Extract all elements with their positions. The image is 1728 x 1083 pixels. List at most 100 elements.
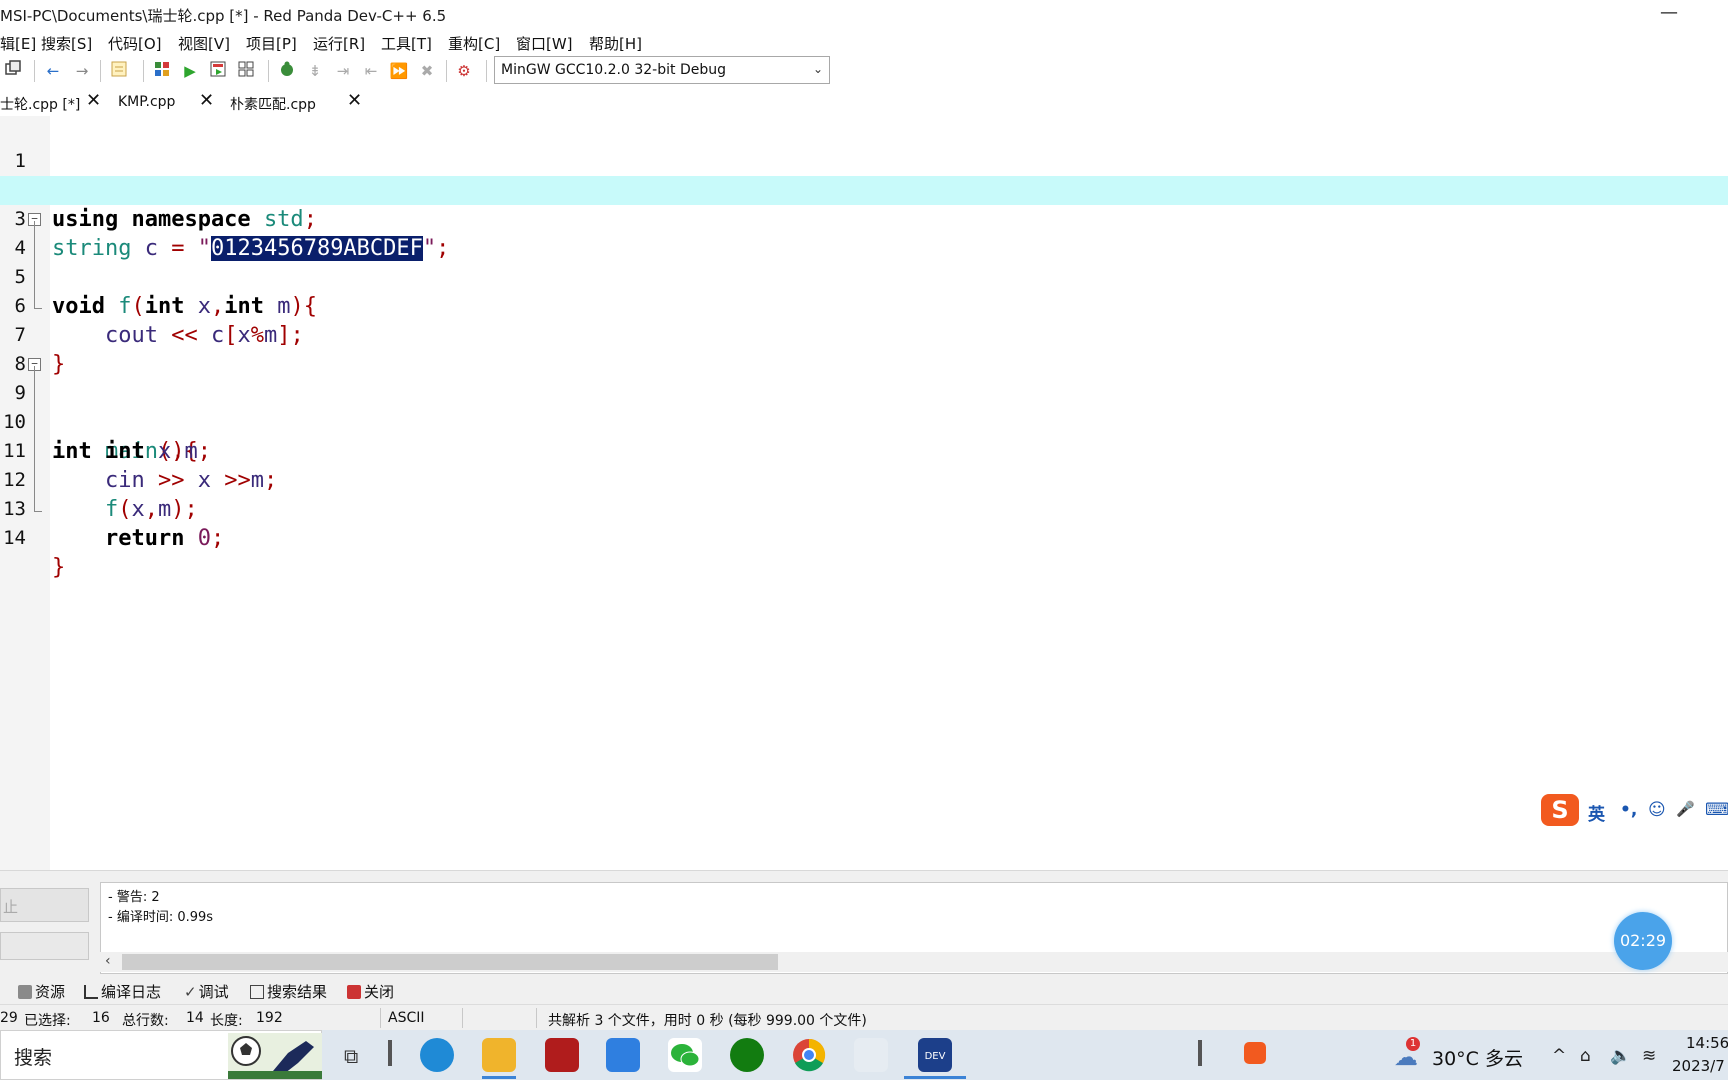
menu-run[interactable]: 运行[R] bbox=[313, 33, 365, 54]
run-icon[interactable]: ▶ bbox=[179, 60, 201, 82]
divider-icon bbox=[388, 1040, 392, 1066]
fold-guide bbox=[34, 221, 35, 309]
menu-view[interactable]: 视图[V] bbox=[178, 33, 230, 54]
code-line[interactable]: 5 bbox=[0, 234, 1728, 288]
menu-help[interactable]: 帮助[H] bbox=[589, 33, 642, 54]
code-line[interactable]: 14 } bbox=[0, 495, 1728, 580]
wechat-icon[interactable] bbox=[668, 1038, 702, 1072]
compile-icon[interactable] bbox=[151, 60, 173, 82]
close-icon[interactable]: ✕ bbox=[199, 90, 214, 111]
emoji-icon[interactable]: ☺ bbox=[1648, 800, 1666, 820]
sogou-tray-icon[interactable] bbox=[1244, 1042, 1266, 1064]
tab-close[interactable]: 关闭 bbox=[347, 981, 394, 1002]
code-line[interactable]: 4 − void f(int x,int m){ bbox=[0, 205, 1728, 319]
clock-time[interactable]: 14:56 bbox=[1686, 1034, 1728, 1052]
tab-resources[interactable]: 资源 bbox=[18, 981, 65, 1002]
code-line[interactable]: 2 using namespace std; bbox=[0, 147, 1728, 232]
profile-icon[interactable]: ⚙ bbox=[453, 60, 475, 82]
menu-search[interactable]: 搜索[S] bbox=[41, 33, 92, 54]
tab-debug[interactable]: ✓ 调试 bbox=[184, 981, 229, 1002]
microphone-icon[interactable]: 🎤 bbox=[1676, 800, 1695, 818]
paint-icon[interactable] bbox=[854, 1038, 888, 1072]
code-line[interactable]: 1 #include<bits/stdc++.h> bbox=[0, 118, 1728, 203]
menu-project[interactable]: 项目[P] bbox=[246, 33, 297, 54]
volume-icon[interactable]: 🔈 bbox=[1610, 1046, 1631, 1066]
tab-compile-log[interactable]: 编译日志 bbox=[84, 981, 161, 1002]
xbox-icon[interactable] bbox=[730, 1038, 764, 1072]
compile-run-icon[interactable] bbox=[207, 60, 229, 82]
close-icon[interactable]: ✕ bbox=[347, 90, 362, 111]
step-into-icon[interactable]: ⇥ bbox=[332, 60, 354, 82]
toolbar: ← → ▶ ⇟ ⇥ ⇤ ⏩ ✖ ⚙ bbox=[0, 56, 1728, 88]
code-text: return 0; bbox=[104, 526, 225, 551]
menu-window[interactable]: 窗口[W] bbox=[516, 33, 573, 54]
code-line[interactable]: 10 int x,m; bbox=[0, 379, 1728, 464]
continue-icon[interactable]: ⏩ bbox=[388, 60, 410, 82]
menu-tools[interactable]: 工具[T] bbox=[381, 33, 432, 54]
menu-edit[interactable]: 辑[E] bbox=[0, 33, 36, 54]
devcpp-icon[interactable]: DEV bbox=[918, 1038, 952, 1072]
code-text: } bbox=[52, 555, 66, 580]
task-view-icon[interactable]: ⧉ bbox=[344, 1044, 358, 1068]
divider-icon bbox=[1198, 1040, 1202, 1066]
code-line[interactable]: 9 − int main(){ bbox=[0, 350, 1728, 464]
code-line[interactable]: 8 bbox=[0, 321, 1728, 375]
save-all-icon[interactable] bbox=[2, 60, 24, 82]
network-icon[interactable]: ⌂ bbox=[1580, 1046, 1591, 1066]
step-out-icon[interactable]: ⇤ bbox=[360, 60, 382, 82]
sogou-logo-icon[interactable]: S bbox=[1541, 794, 1579, 826]
editor-tabs: 士轮.cpp [*] ✕ KMP.cpp ✕ 朴素匹配.cpp ✕ bbox=[0, 88, 1728, 116]
menu-code[interactable]: 代码[O] bbox=[108, 33, 162, 54]
menu-refactor[interactable]: 重构[C] bbox=[448, 33, 500, 54]
code-line[interactable]: 12 f(x,m); bbox=[0, 437, 1728, 522]
ime-language-toggle[interactable]: 英 bbox=[1588, 800, 1605, 825]
scrollbar-thumb[interactable] bbox=[122, 954, 778, 970]
panel-tabs: 资源 编译日志 ✓ 调试 搜索结果 关闭 bbox=[0, 978, 1728, 1004]
weather-text[interactable]: 30°C 多云 bbox=[1432, 1044, 1523, 1071]
ime-punctuation-toggle[interactable]: •, bbox=[1620, 800, 1637, 820]
edge-icon[interactable] bbox=[420, 1038, 454, 1072]
status-message: 共解析 3 个文件，用时 0 秒 (每秒 999.00 个文件) bbox=[548, 1013, 867, 1029]
step-over-icon[interactable]: ⇟ bbox=[304, 60, 326, 82]
code-line[interactable]: 11 cin >> x >>m; bbox=[0, 408, 1728, 493]
code-line-current[interactable]: 3 string c = "0123456789ABCDEF"; bbox=[0, 176, 1728, 261]
rebuild-icon[interactable] bbox=[235, 60, 257, 82]
code-line[interactable]: 6 cout << c[x%m]; bbox=[0, 263, 1728, 348]
tab-kmp[interactable]: KMP.cpp bbox=[118, 88, 175, 116]
forward-arrow-icon[interactable]: → bbox=[71, 60, 93, 82]
selected-count: 16 bbox=[92, 1010, 110, 1026]
recording-timer[interactable]: 02:29 bbox=[1614, 912, 1672, 970]
feishu-icon[interactable] bbox=[606, 1038, 640, 1072]
compiler-select[interactable]: MinGW GCC10.2.0 32-bit Debug ⌄ bbox=[494, 56, 830, 84]
stop-debug-icon[interactable]: ✖ bbox=[416, 60, 438, 82]
close-icon[interactable]: ✕ bbox=[86, 90, 101, 111]
encoding[interactable]: ASCII bbox=[388, 1010, 425, 1026]
debug-icon[interactable] bbox=[276, 60, 298, 82]
code-line[interactable]: 13 return 0; bbox=[0, 466, 1728, 551]
clock-date[interactable]: 2023/7 bbox=[1672, 1057, 1725, 1075]
keyboard-icon[interactable]: ⌨ bbox=[1705, 800, 1728, 820]
secondary-button[interactable] bbox=[0, 932, 89, 960]
tab-search-results[interactable]: 搜索结果 bbox=[250, 981, 327, 1002]
chrome-icon[interactable] bbox=[792, 1038, 826, 1072]
wifi-icon[interactable]: ≋ bbox=[1642, 1046, 1656, 1066]
back-arrow-icon[interactable]: ← bbox=[42, 60, 64, 82]
file-explorer-icon[interactable] bbox=[482, 1038, 516, 1072]
minimize-button[interactable]: — bbox=[1660, 2, 1678, 23]
log-line: - 编译时间: 0.99s bbox=[108, 910, 214, 925]
length-value: 192 bbox=[256, 1010, 283, 1026]
chevron-up-icon[interactable]: ^ bbox=[1552, 1046, 1566, 1066]
chevron-down-icon: ⌄ bbox=[812, 62, 823, 76]
scroll-left-icon[interactable]: ‹ bbox=[105, 953, 111, 969]
tab-current-file[interactable]: 士轮.cpp [*] bbox=[0, 88, 80, 116]
length-label: 长度: bbox=[210, 1013, 243, 1029]
lines-count: 14 bbox=[186, 1010, 204, 1026]
format-icon[interactable] bbox=[108, 60, 130, 82]
tab-naive-match[interactable]: 朴素匹配.cpp bbox=[230, 88, 316, 116]
fold-guide-end bbox=[34, 511, 42, 512]
code-line[interactable]: 7 } bbox=[0, 292, 1728, 377]
stop-button[interactable]: 止 bbox=[0, 888, 89, 922]
search-results-icon bbox=[250, 985, 264, 999]
red-app-icon[interactable] bbox=[545, 1038, 579, 1072]
search-placeholder: 搜索 bbox=[14, 1047, 53, 1069]
